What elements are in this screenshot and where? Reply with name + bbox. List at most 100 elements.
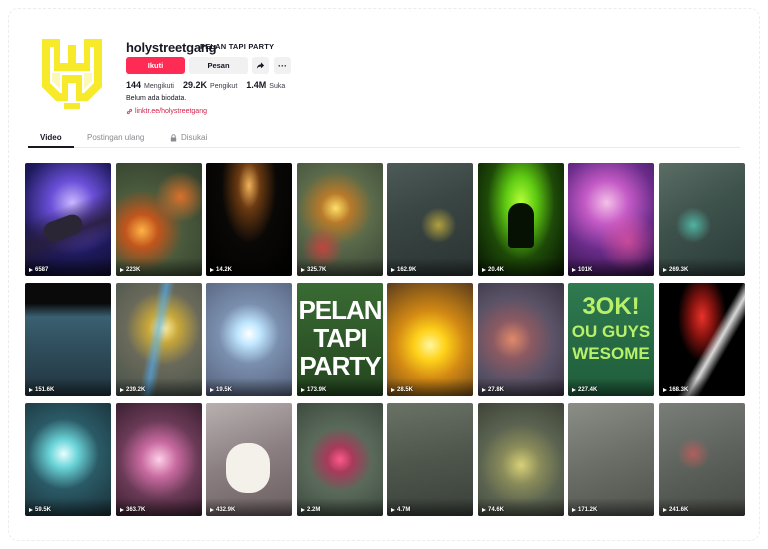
likes-count: 1.4M [246, 80, 267, 90]
view-count: 14.2K [210, 267, 232, 273]
play-icon [663, 388, 667, 392]
more-options-button[interactable]: ··· [274, 57, 291, 74]
play-icon [572, 388, 576, 392]
profile-link[interactable]: linktr.ee/holystreetgang [126, 108, 207, 115]
view-count: 28.5K [391, 387, 413, 393]
view-count: 2.2M [301, 507, 320, 513]
view-count: 27.8K [482, 387, 504, 393]
lock-icon [170, 133, 177, 141]
play-icon [29, 388, 33, 392]
following-count: 144 [126, 80, 142, 90]
video-thumbnail[interactable]: 28.5K [387, 283, 473, 396]
video-thumbnail[interactable]: 14.2K [206, 163, 292, 276]
profile-page: holystreetgang PELAN TAPI PARTY Ikuti Pe… [0, 0, 768, 549]
thumbnail-text: 3OK! [582, 293, 640, 320]
thumbnail-text: PELAN [298, 295, 382, 325]
profile-link-text: linktr.ee/holystreetgang [135, 108, 207, 115]
view-count: 19.5K [210, 387, 232, 393]
view-count: 241.6K [663, 507, 688, 513]
video-thumbnail[interactable]: 241.6K [659, 403, 745, 516]
video-thumbnail[interactable]: 6587 [25, 163, 111, 276]
video-thumbnail[interactable]: 3OK! OU GUYS WESOME 227.4K [568, 283, 654, 396]
play-icon [482, 508, 486, 512]
view-count: 223K [120, 267, 140, 273]
video-thumbnail[interactable]: 168.3K [659, 283, 745, 396]
tab-video[interactable]: Video [40, 133, 62, 142]
play-icon [391, 388, 395, 392]
play-icon [29, 508, 33, 512]
play-icon [301, 388, 305, 392]
video-thumbnail[interactable]: 151.6K [25, 283, 111, 396]
view-count: 101K [572, 267, 592, 273]
tab-liked-label: Disukai [181, 133, 208, 142]
nickname: PELAN TAPI PARTY [200, 42, 275, 51]
view-count: 162.9K [391, 267, 416, 273]
video-thumbnail[interactable]: 19.5K [206, 283, 292, 396]
view-count: 74.6K [482, 507, 504, 513]
avatar[interactable] [30, 33, 114, 117]
play-icon [301, 508, 305, 512]
view-count: 173.9K [301, 387, 326, 393]
view-count: 432.9K [210, 507, 235, 513]
followers-label: Pengikut [210, 83, 238, 90]
play-icon [210, 508, 214, 512]
thumbnail-text: OU GUYS [571, 322, 651, 341]
view-count: 227.4K [572, 387, 597, 393]
play-icon [482, 268, 486, 272]
video-thumbnail[interactable]: 363.7K [116, 403, 202, 516]
link-icon [126, 108, 133, 115]
following-stat[interactable]: 144 Mengikuti [126, 80, 174, 90]
tab-liked[interactable]: Disukai [170, 133, 207, 142]
video-thumbnail[interactable]: 4.7M [387, 403, 473, 516]
view-count: 325.7K [301, 267, 326, 273]
video-thumbnail[interactable]: 59.5K [25, 403, 111, 516]
profile-tabs: Video Postingan ulang Disukai [28, 133, 740, 148]
video-thumbnail[interactable]: 27.8K [478, 283, 564, 396]
video-thumbnail[interactable]: 223K [116, 163, 202, 276]
play-icon [120, 388, 124, 392]
play-icon [572, 268, 576, 272]
likes-stat: 1.4M Suka [246, 80, 285, 90]
share-button[interactable] [252, 57, 269, 74]
message-button[interactable]: Pesan [189, 57, 248, 74]
video-thumbnail[interactable]: 239.2K [116, 283, 202, 396]
video-thumbnail[interactable]: 162.9K [387, 163, 473, 276]
video-thumbnail[interactable]: 101K [568, 163, 654, 276]
following-label: Mengikuti [144, 83, 174, 90]
video-thumbnail[interactable]: 171.2K [568, 403, 654, 516]
play-icon [663, 268, 667, 272]
holy-street-gang-logo-icon [42, 39, 102, 109]
thumbnail-text: TAPI [313, 323, 367, 353]
video-thumbnail[interactable]: 20.4K [478, 163, 564, 276]
video-thumbnail[interactable]: 432.9K [206, 403, 292, 516]
view-count: 168.3K [663, 387, 688, 393]
play-icon [391, 268, 395, 272]
video-thumbnail[interactable]: 74.6K [478, 403, 564, 516]
view-count: 20.4K [482, 267, 504, 273]
thumbnail-text: PARTY [299, 351, 381, 381]
video-thumbnail[interactable]: 2.2M [297, 403, 383, 516]
bio: Belum ada biodata. [126, 95, 187, 102]
play-icon [210, 388, 214, 392]
followers-count: 29.2K [183, 80, 208, 90]
share-icon [256, 62, 265, 69]
play-icon [120, 508, 124, 512]
play-icon [120, 268, 124, 272]
video-grid: 6587 223K 14.2K 325.7K 162.9K 20.4K 101K… [25, 163, 745, 516]
play-icon [572, 508, 576, 512]
play-icon [301, 268, 305, 272]
video-thumbnail[interactable]: 325.7K [297, 163, 383, 276]
view-count: 269.3K [663, 267, 688, 273]
view-count: 363.7K [120, 507, 145, 513]
tab-repost[interactable]: Postingan ulang [87, 133, 144, 142]
view-count: 4.7M [391, 507, 410, 513]
follow-button[interactable]: Ikuti [126, 57, 185, 74]
video-thumbnail[interactable]: PELAN TAPI PARTY 173.9K [297, 283, 383, 396]
play-icon [391, 508, 395, 512]
view-count: 171.2K [572, 507, 597, 513]
view-count: 151.6K [29, 387, 54, 393]
video-thumbnail[interactable]: 269.3K [659, 163, 745, 276]
followers-stat[interactable]: 29.2K Pengikut [183, 80, 237, 90]
thumbnail-text: WESOME [572, 344, 650, 363]
play-icon [29, 268, 33, 272]
